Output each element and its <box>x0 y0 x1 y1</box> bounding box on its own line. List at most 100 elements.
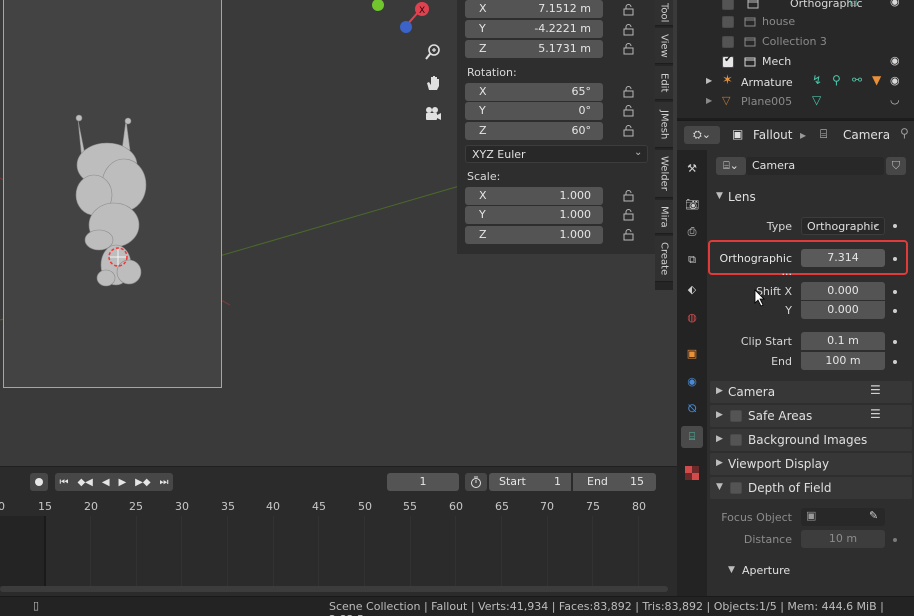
clip-end-field[interactable]: 100 m <box>801 352 885 370</box>
camera-type-select[interactable]: Orthographic ⌄ <box>801 217 885 235</box>
datablock-name-field[interactable]: Camera <box>746 157 884 175</box>
y-axis-gizmo-dot[interactable] <box>372 0 384 11</box>
next-keyframe-icon[interactable]: ▶◆ <box>135 477 150 488</box>
datablock-type-button[interactable]: ⌸⌄ <box>716 157 746 175</box>
camera-panel-header[interactable]: ▶ Camera ☰ <box>710 381 912 403</box>
tool-properties-icon[interactable]: ⚒ <box>681 157 703 179</box>
current-frame-field[interactable]: 1 <box>387 473 459 491</box>
depth-of-field-checkbox[interactable] <box>730 482 742 494</box>
eye-closed-icon[interactable]: ◡ <box>890 93 900 106</box>
outliner-row-armature[interactable]: ▶ ✶ Armature ↯ ⚲ ⚯ ▼ ◉ <box>677 72 914 92</box>
outliner-row-collection-3[interactable]: Collection 3 <box>677 32 914 52</box>
scale-y-field[interactable]: Y 1.000 <box>465 206 603 224</box>
object-properties-icon[interactable]: ▣ <box>681 342 703 364</box>
keyframe-dot[interactable] <box>893 257 897 261</box>
outliner-row-house[interactable]: house <box>677 12 914 32</box>
eye-icon[interactable]: ◉ <box>890 54 900 67</box>
depth-of-field-panel-header[interactable]: ▼ Depth of Field <box>710 477 912 499</box>
keyframe-dot[interactable] <box>893 340 897 344</box>
lock-icon[interactable] <box>622 43 636 55</box>
fake-user-shield-icon[interactable]: ⛉ <box>886 157 906 175</box>
camera-data-properties-icon[interactable]: ⌸ <box>681 426 703 448</box>
expand-arrow-icon[interactable]: ▶ <box>706 76 712 85</box>
eye-icon[interactable]: ◉ <box>890 74 900 87</box>
checkbox[interactable] <box>722 36 734 48</box>
lock-icon[interactable] <box>622 105 636 117</box>
checkbox[interactable] <box>722 0 734 10</box>
scale-z-field[interactable]: Z 1.000 <box>465 226 603 244</box>
eye-icon[interactable]: ◉ <box>890 0 900 8</box>
jump-end-icon[interactable]: ⏭ <box>160 477 169 488</box>
pin-icon[interactable]: ⚲ <box>900 126 909 140</box>
editor-type-button[interactable]: ⛭⌄ <box>684 126 720 144</box>
lock-icon[interactable] <box>622 209 636 221</box>
tab-jmesh[interactable]: JMesh <box>655 102 673 148</box>
location-z-field[interactable]: Z 5.1731 m <box>465 40 603 58</box>
end-frame-field[interactable]: End 15 <box>573 473 656 491</box>
zoom-icon[interactable] <box>421 40 445 64</box>
camera-view-icon[interactable] <box>421 102 445 126</box>
keyframe-dot[interactable] <box>893 538 897 542</box>
rotation-z-field[interactable]: Z 60° <box>465 122 603 140</box>
rotation-y-field[interactable]: Y 0° <box>465 102 603 120</box>
tab-view[interactable]: View <box>655 28 673 64</box>
prev-keyframe-icon[interactable]: ◆◀ <box>77 477 92 488</box>
orientation-gizmo[interactable]: X <box>370 0 440 40</box>
location-x-field[interactable]: X 7.1512 m <box>465 0 603 18</box>
hand-pan-icon[interactable] <box>421 71 445 95</box>
stopwatch-icon[interactable] <box>465 473 487 491</box>
distance-field[interactable]: 10 m <box>801 530 885 548</box>
scale-x-field[interactable]: X 1.000 <box>465 187 603 205</box>
shift-y-field[interactable]: 0.000 <box>801 301 885 319</box>
play-icon[interactable]: ▶ <box>118 477 126 488</box>
texture-properties-icon[interactable] <box>681 462 703 484</box>
location-y-field[interactable]: Y -4.2221 m <box>465 20 603 38</box>
tab-tool[interactable]: Tool <box>655 0 673 26</box>
tab-edit[interactable]: Edit <box>655 66 673 100</box>
world-properties-icon[interactable]: ◍ <box>681 306 703 328</box>
outliner-row-plane005[interactable]: ▶ ▽ Plane005 ▽ ◡ <box>677 92 914 112</box>
orthographic-scale-field[interactable]: 7.314 <box>801 249 885 267</box>
lock-icon[interactable] <box>622 125 636 137</box>
keyframe-dot[interactable] <box>893 360 897 364</box>
lock-icon[interactable] <box>622 86 636 98</box>
keyframe-dot[interactable] <box>893 224 897 228</box>
timeline-area[interactable] <box>0 494 677 596</box>
expand-arrow-icon[interactable]: ▶ <box>706 96 712 105</box>
physics-properties-icon[interactable]: ◉ <box>681 370 703 392</box>
rotation-x-field[interactable]: X 65° <box>465 83 603 101</box>
z-axis-gizmo-dot[interactable] <box>400 21 412 33</box>
focus-object-field[interactable]: ▣ ✎ <box>801 508 885 526</box>
eyedropper-icon[interactable]: ✎ <box>869 509 878 522</box>
outliner-row-mech[interactable]: ✔ Mech ◉ <box>677 52 914 72</box>
tab-welder[interactable]: Welder <box>655 150 673 198</box>
background-images-checkbox[interactable] <box>730 434 742 446</box>
rotation-mode-select[interactable]: XYZ Euler ⌄ <box>465 145 648 163</box>
clip-start-field[interactable]: 0.1 m <box>801 332 885 350</box>
timeline-scrollbar[interactable] <box>0 586 668 592</box>
view-layer-properties-icon[interactable]: ⧉ <box>681 249 703 271</box>
output-properties-icon[interactable]: ⎙ <box>681 221 703 243</box>
lock-icon[interactable] <box>622 24 636 36</box>
tab-create[interactable]: Create <box>655 236 673 282</box>
aperture-subpanel-header[interactable]: ▼ Aperture <box>716 560 912 582</box>
jump-start-icon[interactable]: ⏮ <box>59 477 68 488</box>
lock-icon[interactable] <box>622 190 636 202</box>
render-properties-icon[interactable]: 📷︎ <box>681 193 703 215</box>
checkbox[interactable] <box>722 16 734 28</box>
keyframe-dot[interactable] <box>893 309 897 313</box>
tab-mira[interactable]: Mira <box>655 200 673 234</box>
lock-icon[interactable] <box>622 4 636 16</box>
step-back-icon[interactable]: ◀ <box>102 477 110 488</box>
safe-areas-panel-header[interactable]: ▶ Safe Areas ☰ <box>710 405 912 427</box>
lens-panel-header[interactable]: ▼ Lens <box>710 186 912 208</box>
scene-properties-icon[interactable]: ⬖ <box>681 278 703 300</box>
keyframe-dot[interactable] <box>893 290 897 294</box>
record-button[interactable] <box>30 473 48 491</box>
background-images-panel-header[interactable]: ▶ Background Images <box>710 429 912 451</box>
list-menu-icon[interactable]: ☰ <box>870 383 881 397</box>
shift-x-field[interactable]: 0.000 <box>801 282 885 300</box>
viewport-display-panel-header[interactable]: ▶ Viewport Display <box>710 453 912 475</box>
list-menu-icon[interactable]: ☰ <box>870 407 881 421</box>
constraint-properties-icon[interactable]: ⦰ <box>681 398 703 420</box>
